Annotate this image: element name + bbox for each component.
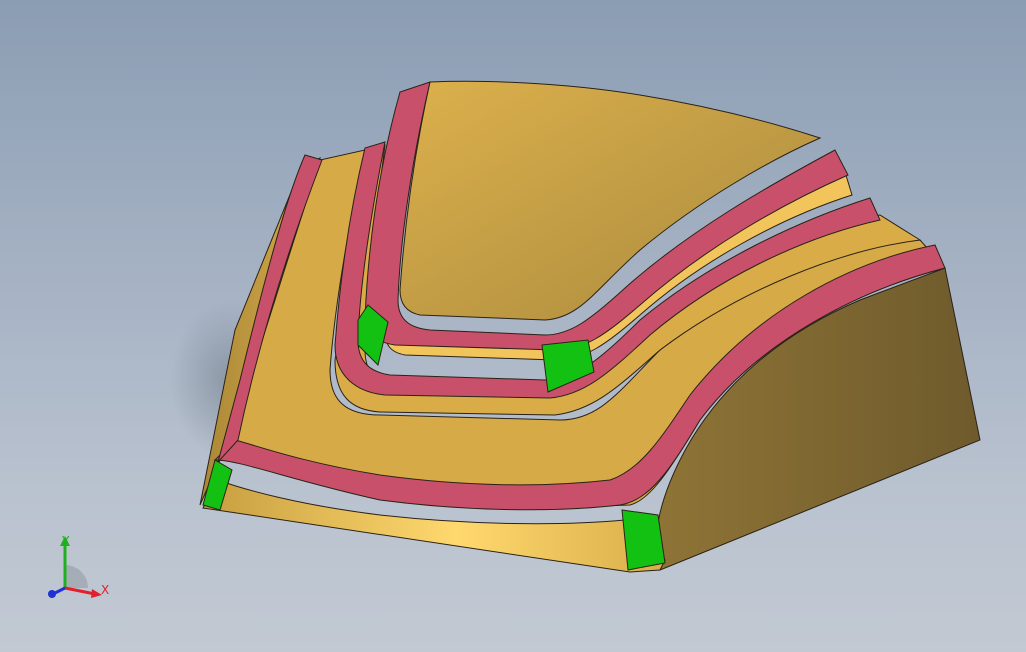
orientation-triad: Y X (48, 534, 109, 598)
x-axis-label: X (101, 583, 109, 597)
z-axis-tip (48, 590, 56, 598)
3d-model[interactable] (0, 0, 1026, 652)
graphics-viewport[interactable]: Y X (0, 0, 1026, 652)
green-fillet-front-right (621, 509, 666, 571)
x-axis-line (64, 586, 96, 596)
y-axis-label: Y (61, 534, 70, 548)
triad-plane-shade (65, 565, 88, 588)
